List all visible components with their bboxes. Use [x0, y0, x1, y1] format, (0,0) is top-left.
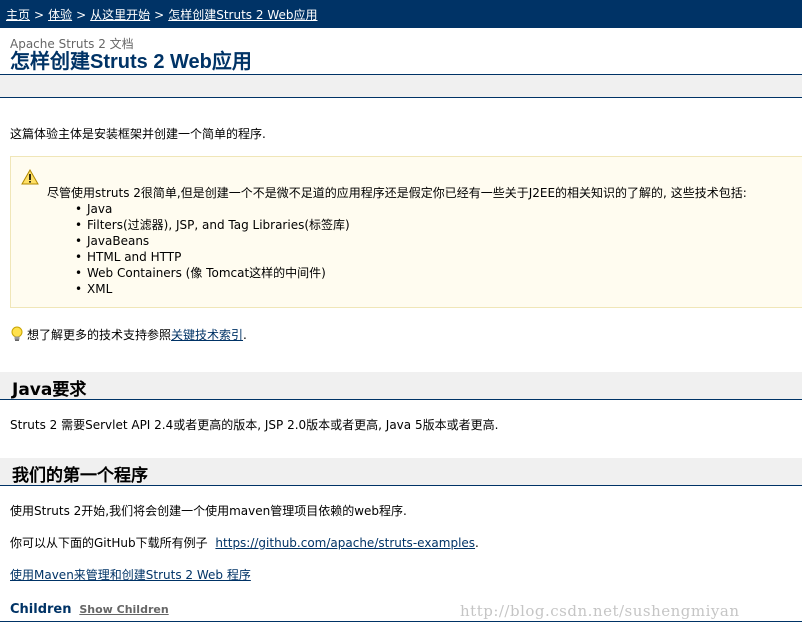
breadcrumb-separator: > [154, 8, 165, 22]
tip-text: 想了解更多的技术支持参照 [27, 328, 172, 342]
list-item: Web Containers (像 Tomcat这样的中间件) [75, 265, 350, 281]
list-item: JavaBeans [75, 233, 350, 249]
first-app-paragraph: 使用Struts 2开始,我们将会创建一个使用maven管理项目依赖的web程序… [10, 504, 407, 518]
github-link[interactable]: https://github.com/apache/struts-example… [215, 536, 475, 550]
lightbulb-icon [11, 326, 23, 341]
list-item: Filters(过滤器), JSP, and Tag Libraries(标签库… [75, 217, 350, 233]
breadcrumb-separator: > [76, 8, 87, 22]
github-paragraph: 你可以从下面的GitHub下载所有例子 https://github.com/a… [10, 534, 479, 551]
breadcrumb-current-page-link[interactable]: 怎样创建Struts 2 Web应用 [168, 8, 317, 22]
maven-tutorial-link[interactable]: 使用Maven来管理和创建Struts 2 Web 程序 [10, 568, 251, 582]
breadcrumb-home-link[interactable]: 主页 [6, 8, 30, 22]
warning-panel: 尽管使用struts 2很简单,但是创建一个不是微不足道的应用程序还是假定你已经… [10, 156, 802, 308]
breadcrumb-start-here-link[interactable]: 从这里开始 [90, 8, 150, 22]
show-children-link[interactable]: Show Children [79, 603, 168, 616]
tip-suffix: . [243, 328, 247, 342]
java-requirements-text: Struts 2 需要Servlet API 2.4或者更高的版本, JSP 2… [10, 418, 499, 432]
children-label: Children [10, 602, 72, 617]
breadcrumb-experience-link[interactable]: 体验 [48, 8, 72, 22]
key-technologies-link[interactable]: 关键技术索引 [171, 328, 243, 342]
list-item: HTML and HTTP [75, 249, 350, 265]
java-requirements-heading: Java要求 [0, 372, 802, 400]
warning-lead-text: 尽管使用struts 2很简单,但是创建一个不是微不足道的应用程序还是假定你已经… [47, 186, 747, 200]
warning-icon [21, 169, 39, 185]
list-item: XML [75, 281, 350, 297]
first-app-heading: 我们的第一个程序 [0, 458, 802, 486]
children-section: Children Show Children [10, 602, 169, 617]
header-strip [0, 75, 802, 98]
github-text: 你可以从下面的GitHub下载所有例子 [10, 536, 208, 550]
breadcrumb-bar: 主页 > 体验 > 从这里开始 > 怎样创建Struts 2 Web应用 [0, 0, 802, 28]
footer-divider [0, 621, 802, 622]
github-suffix: . [475, 536, 479, 550]
tip-paragraph: 想了解更多的技术支持参照关键技术索引. [10, 326, 247, 343]
breadcrumb-separator: > [34, 8, 45, 22]
maven-tutorial-paragraph: 使用Maven来管理和创建Struts 2 Web 程序 [10, 566, 251, 583]
watermark: http://blog.csdn.net/sushengmiyan [460, 602, 740, 620]
prerequisite-list: Java Filters(过滤器), JSP, and Tag Librarie… [75, 201, 350, 297]
intro-paragraph: 这篇体验主体是安装框架并创建一个简单的程序. [10, 127, 266, 141]
page-title: 怎样创建Struts 2 Web应用 [10, 51, 252, 73]
list-item: Java [75, 201, 350, 217]
